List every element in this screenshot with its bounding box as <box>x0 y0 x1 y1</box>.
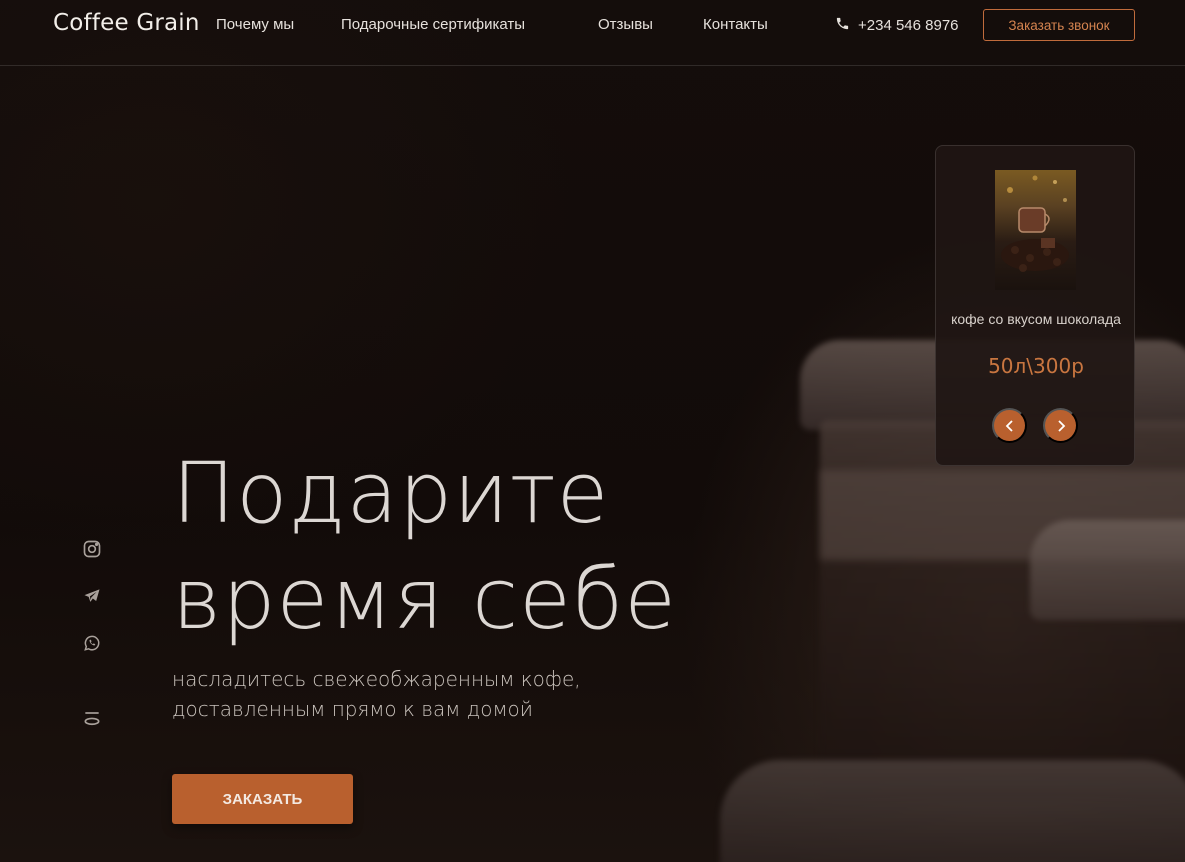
logo[interactable]: Coffee Grain <box>53 10 200 36</box>
nav-contacts[interactable]: Контакты <box>703 16 768 33</box>
order-call-button[interactable]: Заказать звонок <box>983 9 1135 41</box>
site-header: Coffee Grain Почему мы Подарочные сертиф… <box>0 0 1185 66</box>
chevron-left-icon <box>1005 419 1013 432</box>
whatsapp-icon[interactable] <box>82 633 102 653</box>
hero-subtitle: насладитесь свежеобжаренным кофе, достав… <box>172 664 632 724</box>
cup-lid-image <box>720 760 1185 862</box>
phone-link[interactable]: +234 546 8976 <box>835 16 959 35</box>
nav-why-us[interactable]: Почему мы <box>216 16 294 33</box>
next-arrow-button[interactable] <box>1043 408 1078 443</box>
hero-subtitle-line: насладитесь свежеобжаренным кофе, <box>172 667 581 691</box>
telegram-icon[interactable] <box>82 586 102 606</box>
hero-title-line: время себе <box>172 550 677 648</box>
product-price: 50л\300р <box>988 354 1084 378</box>
chevron-right-icon <box>1057 419 1065 432</box>
nav-gift-certificates[interactable]: Подарочные сертификаты <box>341 16 525 33</box>
hero-title: Подарите время себе <box>172 440 792 652</box>
hero-title-line: Подарите <box>172 444 610 542</box>
yandex-icon[interactable] <box>82 708 102 728</box>
order-button[interactable]: ЗАКАЗАТЬ <box>172 774 353 824</box>
nav-reviews[interactable]: Отзывы <box>598 16 653 33</box>
product-card: кофе со вкусом шоколада 50л\300р <box>935 145 1135 466</box>
phone-icon <box>835 16 850 35</box>
hero-subtitle-line: доставленным прямо к вам домой <box>172 697 533 721</box>
instagram-icon[interactable] <box>82 539 102 559</box>
product-image <box>995 170 1076 290</box>
phone-number: +234 546 8976 <box>858 17 959 34</box>
product-name: кофе со вкусом шоколада <box>951 311 1121 327</box>
cup-lid-image <box>1030 520 1185 620</box>
prev-arrow-button[interactable] <box>992 408 1027 443</box>
